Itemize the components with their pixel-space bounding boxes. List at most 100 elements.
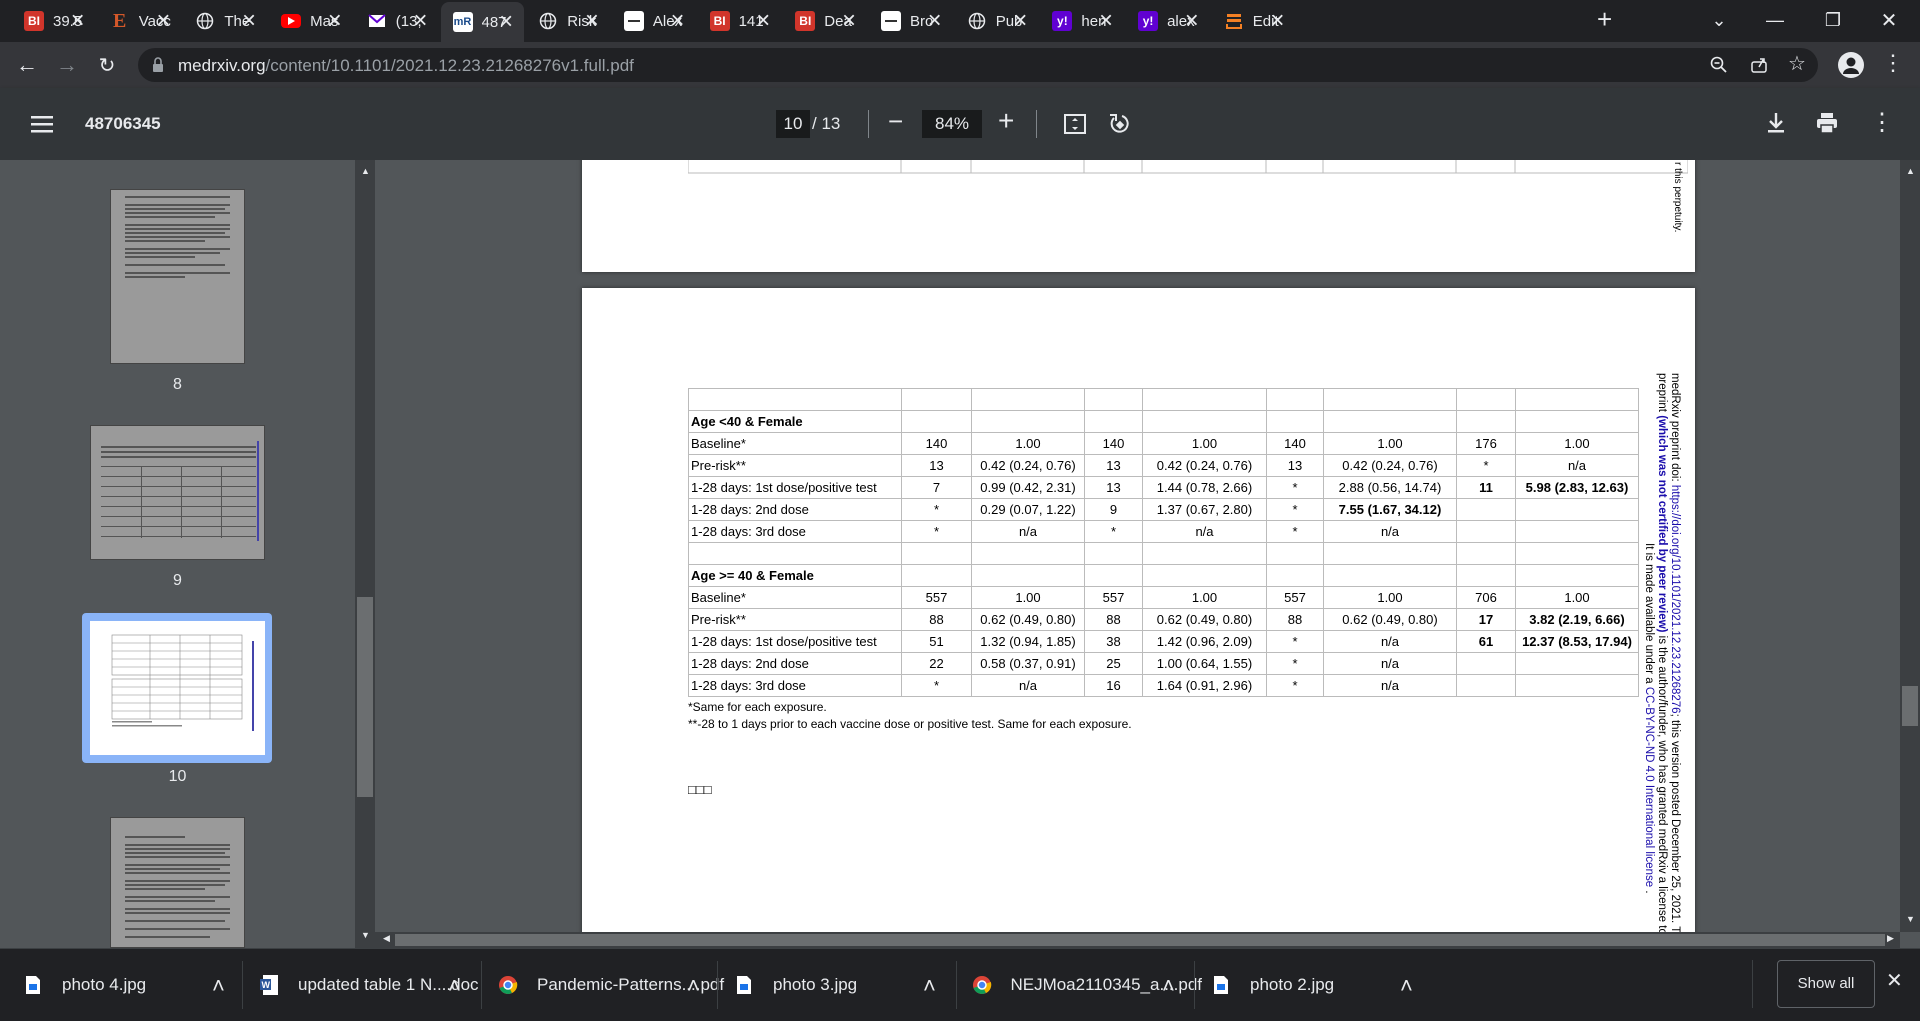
minimize-button[interactable]: —	[1752, 0, 1798, 40]
more-options-icon[interactable]: ⋮	[1870, 108, 1894, 137]
table-cell: 1.37 (0.67, 2.80)	[1142, 498, 1267, 521]
close-tab-icon[interactable]: ✕	[582, 11, 602, 32]
page-thumbnail-current[interactable]	[90, 621, 265, 755]
table-cell	[1266, 564, 1324, 587]
download-filename: photo 3.jpg	[773, 975, 858, 994]
close-tab-icon[interactable]: ✕	[925, 11, 945, 32]
zoom-icon[interactable]	[1710, 56, 1728, 74]
back-button[interactable]: ←	[12, 50, 42, 80]
browser-tab[interactable]: Mas ✕	[269, 4, 353, 38]
bookmark-star-icon[interactable]: ☆	[1788, 51, 1806, 76]
browser-tab[interactable]: y! hen ✕	[1040, 4, 1124, 38]
share-icon[interactable]	[1750, 56, 1768, 74]
close-tab-icon[interactable]: ✕	[1182, 11, 1202, 32]
chevron-up-icon[interactable]: ˄	[1162, 973, 1175, 999]
browser-tab[interactable]: y! alex ✕	[1126, 4, 1210, 38]
viewer-scroll-thumb[interactable]	[1902, 686, 1918, 726]
doi-link[interactable]: https://doi.org/10.1101/2021.12.23.21268…	[1669, 485, 1681, 714]
browser-tab[interactable]: Risk ✕	[526, 4, 610, 38]
scroll-right-icon[interactable]: ▶	[1887, 933, 1894, 944]
download-item[interactable]: photo 3.jpg ˄	[733, 949, 963, 1021]
chevron-up-icon[interactable]: ˄	[212, 973, 225, 999]
page-number-input[interactable]: 10	[776, 110, 810, 138]
download-icon[interactable]	[1766, 112, 1786, 134]
browser-tab[interactable]: Bro ✕	[869, 4, 953, 38]
viewer-hscroll-thumb[interactable]	[395, 934, 1885, 946]
close-tab-icon[interactable]: ✕	[153, 11, 173, 32]
zoom-level-input[interactable]: 84%	[922, 110, 982, 138]
close-downloads-icon[interactable]: ✕	[1886, 968, 1903, 993]
scroll-down-icon[interactable]: ▼	[1906, 914, 1915, 924]
browser-tab[interactable]: mR 487 ✕	[440, 2, 525, 42]
browser-tab[interactable]: Pub ✕	[955, 4, 1039, 38]
chevron-up-icon[interactable]: ˄	[1400, 973, 1413, 999]
browser-menu-icon[interactable]: ⋮	[1882, 50, 1904, 76]
address-bar[interactable]: medrxiv.org/content/10.1101/2021.12.23.2…	[138, 48, 1818, 82]
zoom-out-button[interactable]: −	[888, 106, 903, 137]
fit-page-icon[interactable]	[1064, 113, 1086, 135]
close-tab-icon[interactable]: ✕	[1010, 11, 1030, 32]
browser-tab[interactable]: The ✕	[183, 4, 267, 38]
close-tab-icon[interactable]: ✕	[496, 12, 516, 33]
zoom-in-button[interactable]: +	[998, 105, 1014, 137]
table-cell: 7	[901, 476, 972, 499]
close-window-button[interactable]: ✕	[1866, 0, 1912, 40]
close-tab-icon[interactable]: ✕	[410, 11, 430, 32]
scroll-left-icon[interactable]: ◀	[383, 933, 390, 944]
browser-tab[interactable]: Edit ✕	[1212, 4, 1296, 38]
close-tab-icon[interactable]: ✕	[753, 11, 773, 32]
table-cell: n/a	[1323, 630, 1457, 653]
page-thumbnail[interactable]	[90, 425, 265, 560]
download-item[interactable]: photo 2.jpg ˄	[1210, 949, 1440, 1021]
restore-button[interactable]: ❐	[1810, 0, 1856, 40]
tab-search-icon[interactable]: ⌄	[1696, 0, 1742, 40]
scroll-up-icon[interactable]: ▲	[361, 166, 370, 176]
hamburger-menu-icon[interactable]	[31, 115, 53, 133]
browser-tab[interactable]: Alex ✕	[612, 4, 696, 38]
close-tab-icon[interactable]: ✕	[68, 11, 88, 32]
browser-tab[interactable]: E Vacc ✕	[98, 4, 182, 38]
browser-tab[interactable]: BI 39.5 ✕	[12, 4, 96, 38]
chevron-up-icon[interactable]: ˄	[923, 973, 936, 999]
browser-tab[interactable]: (13, ✕	[355, 4, 439, 38]
viewer-vertical-scrollbar[interactable]: ▲ ▼	[1900, 160, 1920, 932]
side-notice-line-1: medRxiv preprint doi: https://doi.org/10…	[1669, 373, 1681, 940]
chevron-up-icon[interactable]: ˄	[687, 973, 700, 999]
page-thumbnail[interactable]	[110, 817, 245, 948]
forward-button[interactable]: →	[52, 50, 82, 80]
download-item[interactable]: NEJMoa2110345_a....pdf ˄	[972, 949, 1202, 1021]
reload-button[interactable]: ↻	[92, 50, 122, 80]
pdf-viewer[interactable]: r this perpetuity. Age <40 & Female Basel…	[375, 160, 1920, 948]
download-item[interactable]: photo 4.jpg ˄	[22, 949, 252, 1021]
profile-avatar[interactable]	[1838, 52, 1864, 78]
close-tab-icon[interactable]: ✕	[1267, 11, 1287, 32]
page-thumbnail[interactable]	[110, 189, 245, 364]
sidebar-scroll-thumb[interactable]	[357, 597, 373, 797]
license-link[interactable]: CC-BY-NC-ND 4.0 International license	[1643, 687, 1655, 887]
close-tab-icon[interactable]: ✕	[668, 11, 688, 32]
close-tab-icon[interactable]: ✕	[239, 11, 259, 32]
thumbnail-table-lines	[101, 441, 259, 541]
divider	[1752, 960, 1753, 1008]
thumbnail-page-number: 8	[173, 376, 182, 393]
rotate-icon[interactable]	[1108, 112, 1132, 136]
show-all-button[interactable]: Show all	[1777, 960, 1875, 1008]
chevron-up-icon[interactable]: ˄	[448, 973, 461, 999]
download-item[interactable]: Wupdated table 1 N....doc ˄	[258, 949, 488, 1021]
print-icon[interactable]	[1816, 112, 1838, 134]
download-item[interactable]: Pandemic-Patterns....pdf ˄	[497, 949, 727, 1021]
table-cell	[1515, 410, 1639, 433]
close-tab-icon[interactable]: ✕	[325, 11, 345, 32]
table-cell: 1.32 (0.94, 1.85)	[971, 630, 1085, 653]
divider	[868, 110, 869, 138]
browser-tab[interactable]: BI Dea ✕	[783, 4, 867, 38]
close-tab-icon[interactable]: ✕	[839, 11, 859, 32]
new-tab-button[interactable]: +	[1597, 4, 1612, 35]
scroll-down-icon[interactable]: ▼	[361, 930, 370, 940]
image-file-icon	[733, 973, 755, 997]
browser-tab[interactable]: BI 141 ✕	[698, 4, 782, 38]
sidebar-scrollbar[interactable]: ▲ ▼	[355, 160, 375, 948]
scroll-up-icon[interactable]: ▲	[1906, 166, 1915, 176]
viewer-horizontal-scrollbar[interactable]: ◀ ▶	[375, 932, 1900, 948]
close-tab-icon[interactable]: ✕	[1096, 11, 1116, 32]
